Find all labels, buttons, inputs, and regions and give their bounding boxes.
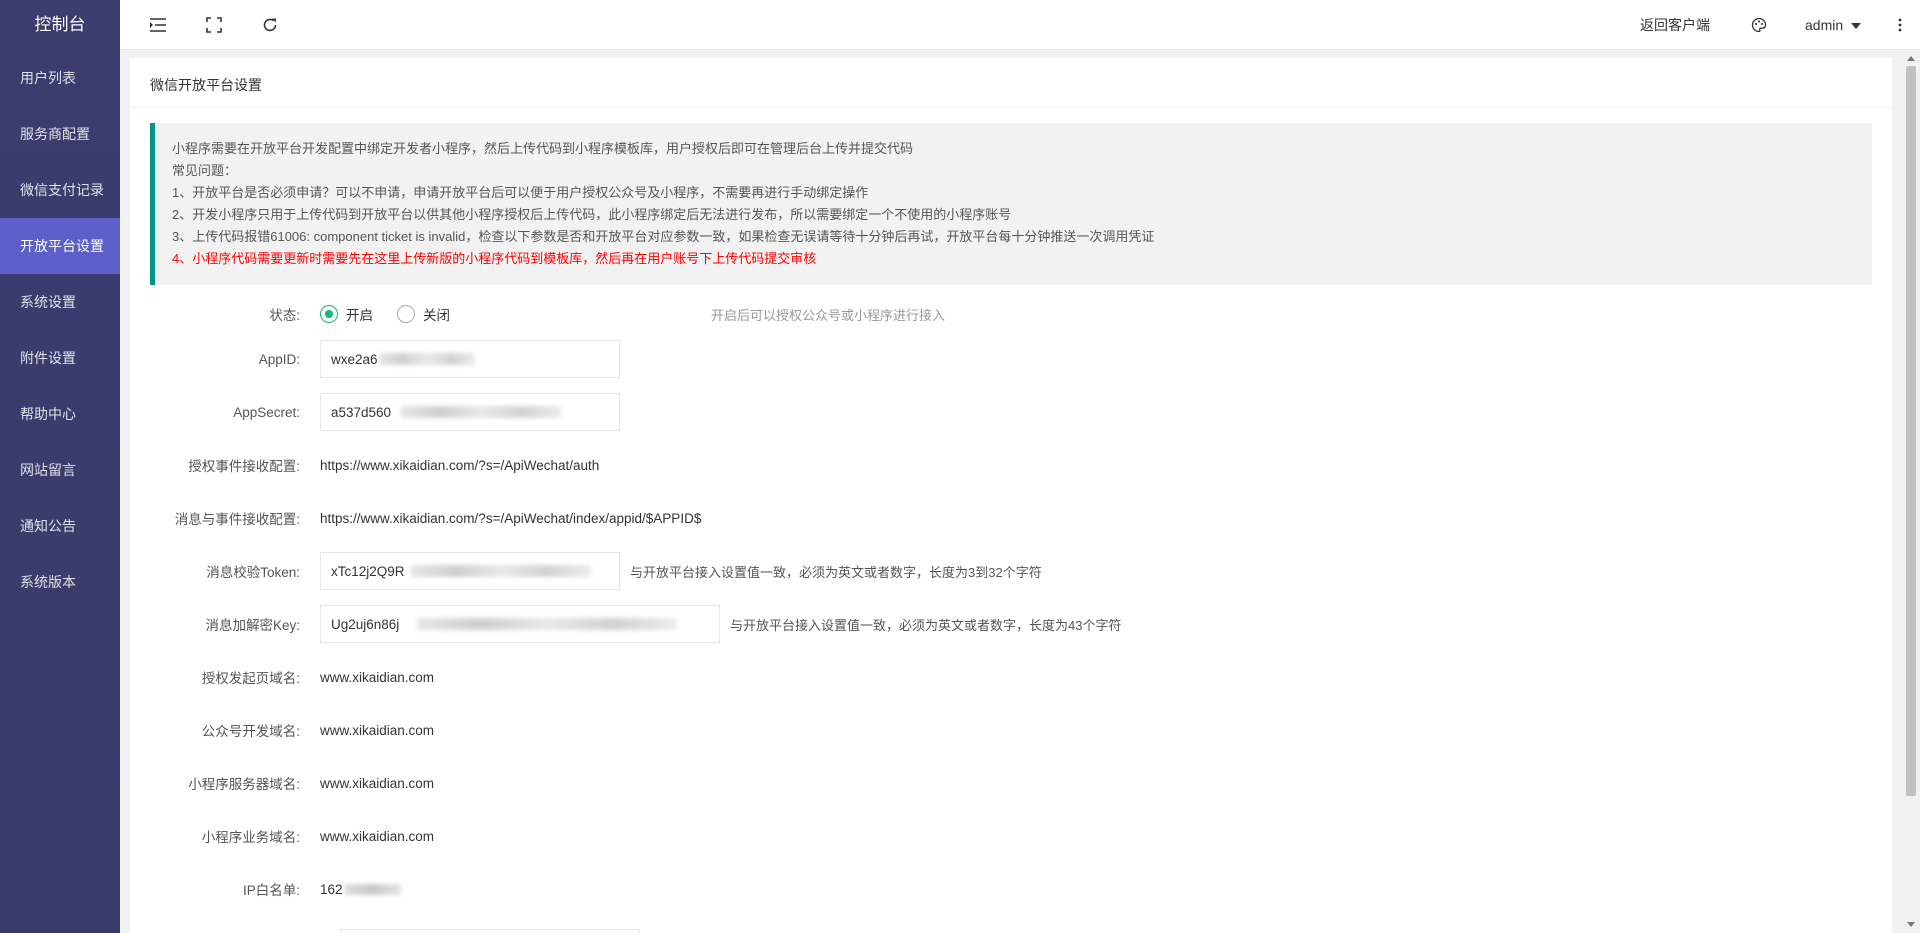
mini-server-domain-value: www.xikaidian.com	[320, 775, 435, 791]
mp-domain-label: 公众号开发域名:	[201, 724, 300, 739]
notice-line: 常见问题：	[172, 163, 238, 178]
appsecret-value: a537d560	[331, 404, 392, 420]
aeskey-hint: 与开放平台接入设置值一致，必须为英文或者数字，长度为43个字符	[730, 617, 1122, 633]
scroll-down-arrow-icon[interactable]	[1907, 922, 1915, 927]
status-label: 状态:	[269, 308, 300, 323]
appsecret-input[interactable]: a537d560	[320, 393, 620, 431]
ip-whitelist-row: IP白名单: 162	[130, 869, 1892, 909]
aeskey-row: 消息加解密Key: Ug2uj6n86j 与开放平台接入设置值一致，必须为英文或…	[130, 604, 1892, 644]
redaction-blur	[411, 565, 591, 577]
redaction-blur	[401, 406, 561, 418]
notice-line: 3、上传代码报错61006: component ticket is inval…	[172, 229, 1155, 244]
back-to-client-link[interactable]: 返回客户端	[1640, 0, 1710, 50]
sidebar: 控制台 用户列表 服务商配置 微信支付记录 开放平台设置 系统设置 附件设置 帮…	[0, 0, 120, 933]
aeskey-input[interactable]: Ug2uj6n86j	[320, 605, 720, 643]
ip-whitelist-label: IP白名单:	[242, 883, 300, 898]
menu-fold-icon[interactable]	[146, 13, 170, 37]
token-hint: 与开放平台接入设置值一致，必须为英文或者数字，长度为3到32个字符	[630, 564, 1042, 580]
appid-row: AppID: wxe2a6	[130, 339, 1892, 379]
status-off-label: 关闭	[423, 308, 450, 323]
notice-warning: 4、小程序代码需要更新时需要先在这里上传新版的小程序代码到模板库，然后再在用户账…	[172, 251, 817, 266]
status-hint: 开启后可以授权公众号或小程序进行接入	[711, 307, 946, 323]
appid-label: AppID:	[258, 351, 300, 367]
fullscreen-icon[interactable]	[202, 13, 226, 37]
auth-domain-label: 授权发起页域名:	[201, 671, 300, 686]
notice-line: 2、开发小程序只用于上传代码到开放平台以供其他小程序授权后上传代码，此小程序绑定…	[172, 207, 1012, 222]
mini-server-domain-label: 小程序服务器域名:	[188, 777, 300, 792]
top-header: 返回客户端 admin	[120, 0, 1920, 50]
mini-biz-domain-row: 小程序业务域名: www.xikaidian.com	[130, 816, 1892, 856]
sidebar-item-help-center[interactable]: 帮助中心	[0, 386, 120, 442]
sidebar-item-open-platform[interactable]: 开放平台设置	[0, 218, 120, 274]
page-title: 微信开放平台设置	[130, 58, 1892, 108]
msg-event-label: 消息与事件接收配置:	[174, 512, 300, 527]
ip-whitelist-value: 162	[320, 882, 401, 897]
sidebar-item-user-list[interactable]: 用户列表	[0, 50, 120, 106]
sidebar-item-announcements[interactable]: 通知公告	[0, 498, 120, 554]
appsecret-row: AppSecret: a537d560	[130, 392, 1892, 432]
notice-line: 小程序需要在开放平台开发配置中绑定开发者小程序，然后上传代码到小程序模板库，用户…	[172, 141, 914, 156]
more-vertical-icon[interactable]	[1888, 13, 1912, 37]
status-off-radio[interactable]: 关闭	[397, 304, 450, 324]
auth-event-label: 授权事件接收配置:	[188, 459, 300, 474]
user-name: admin	[1805, 17, 1844, 33]
scroll-up-arrow-icon[interactable]	[1907, 56, 1915, 61]
token-label: 消息校验Token:	[206, 565, 300, 580]
mp-domain-value: www.xikaidian.com	[320, 722, 435, 738]
redaction-blur	[379, 353, 475, 365]
app-title: 控制台	[34, 15, 86, 34]
sidebar-item-provider-config[interactable]: 服务商配置	[0, 106, 120, 162]
auth-domain-value: www.xikaidian.com	[320, 669, 435, 685]
appid-value: wxe2a6	[331, 351, 378, 367]
scrollbar-thumb[interactable]	[1906, 66, 1916, 796]
token-input[interactable]: xTc12j2Q9R	[320, 552, 620, 590]
status-on-radio[interactable]: 开启	[320, 304, 373, 324]
token-row: 消息校验Token: xTc12j2Q9R 与开放平台接入设置值一致，必须为英文…	[130, 551, 1892, 591]
appid-input[interactable]: wxe2a6	[320, 340, 620, 378]
radio-checked-icon	[320, 305, 338, 323]
notice-line: 1、开放平台是否必须申请？可以不申请，申请开放平台后可以便于用户授权公众号及小程…	[172, 185, 869, 200]
sidebar-item-attachment-settings[interactable]: 附件设置	[0, 330, 120, 386]
aeskey-value: Ug2uj6n86j	[331, 616, 400, 632]
sidebar-item-messages[interactable]: 网站留言	[0, 442, 120, 498]
appsecret-label: AppSecret:	[233, 404, 300, 420]
mini-biz-domain-label: 小程序业务域名:	[201, 830, 300, 845]
auth-event-url: https://www.xikaidian.com/?s=/ApiWechat/…	[320, 457, 600, 473]
sidebar-item-wechat-pay-records[interactable]: 微信支付记录	[0, 162, 120, 218]
mp-domain-row: 公众号开发域名: www.xikaidian.com	[130, 710, 1892, 750]
theme-palette-icon[interactable]	[1747, 13, 1771, 37]
mini-server-domain-row: 小程序服务器域名: www.xikaidian.com	[130, 763, 1892, 803]
radio-unchecked-icon	[397, 305, 415, 323]
sidebar-item-system-version[interactable]: 系统版本	[0, 554, 120, 610]
token-value: xTc12j2Q9R	[331, 563, 405, 579]
notice-block: 小程序需要在开放平台开发配置中绑定开发者小程序，然后上传代码到小程序模板库，用户…	[150, 123, 1872, 285]
redaction-blur	[417, 618, 677, 630]
auth-event-row: 授权事件接收配置: https://www.xikaidian.com/?s=/…	[130, 445, 1892, 485]
msg-event-url: https://www.xikaidian.com/?s=/ApiWechat/…	[320, 510, 702, 526]
settings-card: 微信开放平台设置 小程序需要在开放平台开发配置中绑定开发者小程序，然后上传代码到…	[130, 58, 1892, 933]
next-field-input[interactable]	[340, 929, 640, 933]
redaction-blur	[344, 884, 401, 896]
ip-value: 162	[320, 881, 343, 897]
status-on-label: 开启	[346, 308, 373, 323]
auth-domain-row: 授权发起页域名: www.xikaidian.com	[130, 657, 1892, 697]
msg-event-row: 消息与事件接收配置: https://www.xikaidian.com/?s=…	[130, 498, 1892, 538]
page-scrollbar[interactable]	[1902, 50, 1920, 933]
refresh-icon[interactable]	[258, 13, 282, 37]
status-row: 状态: 开启 关闭 开启后可以授权公众号或小程序进行接入	[130, 294, 1892, 334]
user-menu[interactable]: admin	[1805, 0, 1862, 50]
aeskey-label: 消息加解密Key:	[205, 618, 300, 633]
mini-biz-domain-value: www.xikaidian.com	[320, 828, 435, 844]
sidebar-item-system-settings[interactable]: 系统设置	[0, 274, 120, 330]
caret-down-icon	[1851, 23, 1862, 30]
